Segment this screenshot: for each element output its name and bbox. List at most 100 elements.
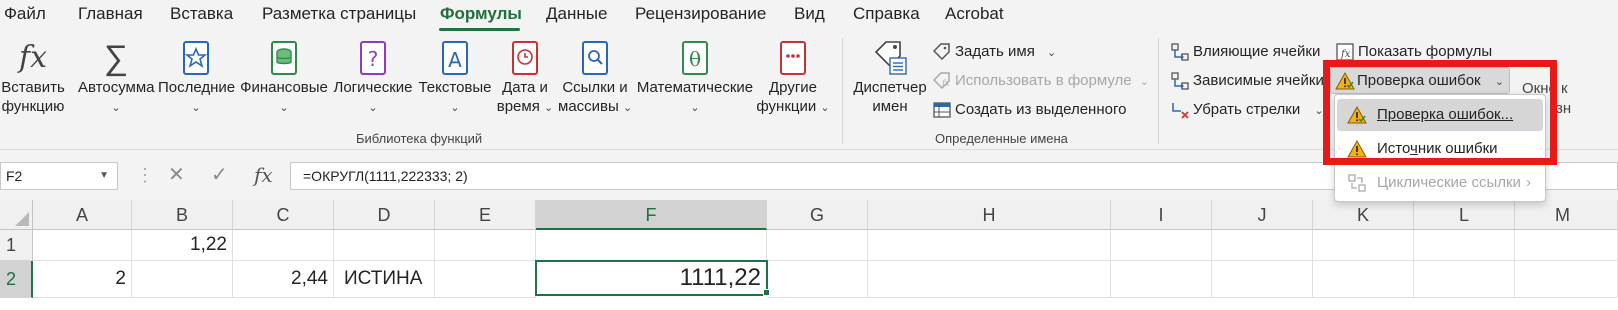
cell-b2[interactable] (132, 261, 233, 298)
use-in-formula-label: Использовать в формуле (955, 72, 1132, 89)
column-header-m[interactable]: M (1515, 200, 1618, 230)
select-all-button[interactable] (0, 200, 33, 230)
logical-functions-button[interactable]: ? Логические ⌄ (333, 38, 413, 118)
insert-function-button[interactable]: fx Вставить функцию (0, 38, 66, 116)
lookup-functions-button[interactable]: Ссылки и массивы ⌄ (558, 38, 632, 118)
menu-item-circular-references[interactable]: Циклические ссылки › (1337, 167, 1543, 199)
trace-precedents-button[interactable]: Влияющие ячейки (1170, 40, 1320, 64)
recent-functions-button[interactable]: Последние ⌄ (158, 38, 236, 118)
autosum-button[interactable]: ∑ Автосумма ⌄ (78, 38, 155, 118)
clock-book-icon (512, 41, 538, 75)
column-header-h[interactable]: H (868, 200, 1111, 230)
cell-k2[interactable] (1313, 261, 1414, 298)
cell-i2[interactable] (1111, 261, 1212, 298)
cell-h2[interactable] (868, 261, 1111, 298)
svg-text:A: A (448, 48, 462, 72)
cell-i1[interactable] (1111, 230, 1212, 261)
chevron-down-icon: ⌄ (820, 102, 830, 114)
show-formulas-label: Показать формулы (1358, 43, 1493, 60)
cell-g2[interactable] (767, 261, 868, 298)
define-name-button[interactable]: Задать имя ⌄ (932, 40, 1056, 64)
cancel-icon[interactable]: ✕ (168, 162, 185, 188)
menu-item-trace-error[interactable]: Источник ошибки (1337, 133, 1543, 165)
cell-d2[interactable]: ИСТИНА (334, 261, 435, 298)
more-functions-button[interactable]: Другие функции ⌄ (756, 38, 830, 118)
column-header-j[interactable]: J (1212, 200, 1313, 230)
datetime-label-2: время (496, 98, 540, 115)
tab-acrobat[interactable]: Acrobat (945, 4, 1004, 24)
star-book-icon (183, 41, 209, 75)
show-formulas-button[interactable]: fx Показать формулы (1335, 40, 1492, 64)
worksheet-grid: A B C D E F G H I J K L M 1 2 1,22 2 2,4… (0, 200, 1618, 310)
column-header-d[interactable]: D (334, 200, 435, 230)
column-header-g[interactable]: G (767, 200, 868, 230)
cell-a1[interactable] (33, 230, 132, 261)
recent-label: Последние (158, 79, 236, 96)
create-from-selection-button[interactable]: Создать из выделенного (932, 98, 1126, 122)
cell-e2[interactable] (435, 261, 536, 298)
column-header-k[interactable]: K (1313, 200, 1414, 230)
cell-j1[interactable] (1212, 230, 1313, 261)
error-checking-button[interactable]: Проверка ошибок ⌄ (1330, 67, 1510, 94)
datetime-functions-button[interactable]: Дата и время ⌄ (494, 38, 556, 118)
insert-function-icon[interactable]: fx (254, 162, 273, 188)
library-group-label: Библиотека функций (356, 131, 483, 146)
column-header-b[interactable]: B (132, 200, 233, 230)
cell-k1[interactable] (1313, 230, 1414, 261)
lookup-label-2: массивы (558, 98, 619, 115)
cell-b1[interactable]: 1,22 (132, 230, 233, 261)
text-functions-button[interactable]: A Текстовые ⌄ (418, 38, 492, 118)
cell-h1[interactable] (868, 230, 1111, 261)
cell-d1[interactable] (334, 230, 435, 261)
coins-book-icon (271, 41, 297, 75)
cell-f2[interactable]: 1111,22 (535, 260, 768, 296)
enter-icon[interactable]: ✓ (211, 162, 228, 188)
tab-help[interactable]: Справка (853, 4, 920, 24)
menu-item-error-checking[interactable]: Проверка ошибок... (1337, 99, 1543, 131)
cell-j2[interactable] (1212, 261, 1313, 298)
column-header-i[interactable]: I (1111, 200, 1212, 230)
tab-insert[interactable]: Вставка (170, 4, 233, 24)
tab-formulas[interactable]: Формулы (440, 4, 522, 24)
column-header-a[interactable]: A (33, 200, 132, 230)
tab-review[interactable]: Рецензирование (635, 4, 766, 24)
cell-c1[interactable] (233, 230, 334, 261)
name-manager-button[interactable]: Диспетчер имен (852, 38, 928, 116)
logical-label: Логические (333, 79, 413, 96)
chevron-down-icon: ⌄ (622, 102, 633, 114)
column-header-f[interactable]: F (536, 200, 767, 230)
cell-c2[interactable]: 2,44 (233, 261, 334, 298)
theta-book-icon: θ (682, 41, 708, 75)
chevron-down-icon[interactable]: ▼ (99, 163, 109, 189)
fill-handle[interactable] (763, 289, 770, 296)
create-names-grid-icon (933, 102, 951, 118)
cell-m1[interactable] (1515, 230, 1618, 261)
math-functions-button[interactable]: θ Математические ⌄ (636, 38, 754, 118)
cell-m2[interactable] (1515, 261, 1618, 298)
tab-file[interactable]: Файл (4, 4, 46, 24)
fx-icon: fx (18, 40, 48, 75)
cell-f1[interactable] (536, 230, 767, 261)
remove-arrows-button[interactable]: Убрать стрелки ⌄ (1170, 98, 1324, 122)
use-in-formula-button[interactable]: fx Использовать в формуле ⌄ (932, 69, 1149, 93)
tab-page-layout[interactable]: Разметка страницы (262, 4, 416, 24)
menu-item-trace-error-label: Источник ошибки (1377, 140, 1498, 157)
tab-home[interactable]: Главная (78, 4, 143, 24)
financial-functions-button[interactable]: Финансовые ⌄ (240, 38, 328, 118)
cell-g1[interactable] (767, 230, 868, 261)
name-box[interactable]: F2 ▼ (0, 162, 118, 190)
column-header-c[interactable]: C (233, 200, 334, 230)
column-header-e[interactable]: E (435, 200, 536, 230)
tab-data[interactable]: Данные (546, 4, 607, 24)
column-header-l[interactable]: L (1414, 200, 1515, 230)
chevron-down-icon: ⌄ (544, 102, 554, 114)
trace-dependents-button[interactable]: Зависимые ячейки (1170, 69, 1324, 93)
row-header-1[interactable]: 1 (0, 230, 33, 261)
row-header-2[interactable]: 2 (0, 261, 33, 298)
tab-view[interactable]: Вид (794, 4, 825, 24)
cell-e1[interactable] (435, 230, 536, 261)
cell-l2[interactable] (1414, 261, 1515, 298)
cell-a2[interactable]: 2 (33, 261, 132, 298)
cell-l1[interactable] (1414, 230, 1515, 261)
name-manager-label-2: имен (872, 98, 908, 115)
